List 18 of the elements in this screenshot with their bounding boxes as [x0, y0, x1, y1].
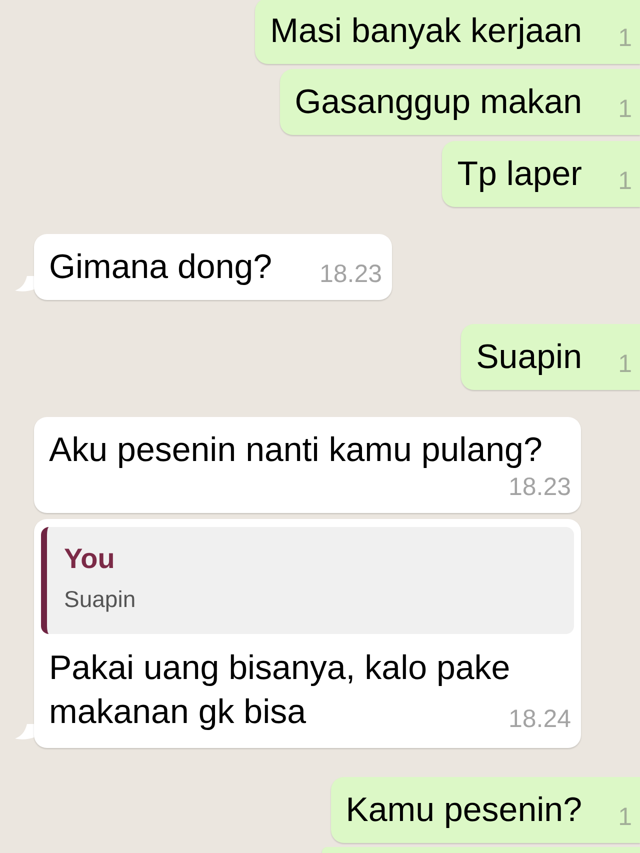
message-text: Tp laper — [457, 155, 582, 193]
message-time: 18.24 — [508, 704, 571, 734]
message-text: Pakai uang bisanya, kalo pake makanan gk bisa — [49, 649, 510, 731]
quote-text: Suapin — [64, 585, 137, 614]
message-text: Masi banyak kerjaan — [270, 12, 582, 50]
message-text: Aku pesenin nanti kamu pulang? — [49, 431, 542, 469]
message-time: 18.23 — [508, 472, 571, 502]
message-time: 1 — [618, 166, 632, 196]
message-text: Kamu pesenin? — [346, 791, 582, 829]
message-time: 1 — [618, 94, 632, 124]
message-text: Suapin — [476, 338, 582, 376]
message-text: Gasanggup makan — [294, 83, 582, 121]
message-time: 1 — [618, 802, 632, 832]
message-time: 1 — [618, 349, 632, 379]
message-text: Gimana dong? — [49, 248, 272, 286]
message-time: 1 — [618, 23, 632, 53]
message-time: 18.23 — [319, 259, 382, 289]
quote-author: You — [64, 542, 116, 576]
